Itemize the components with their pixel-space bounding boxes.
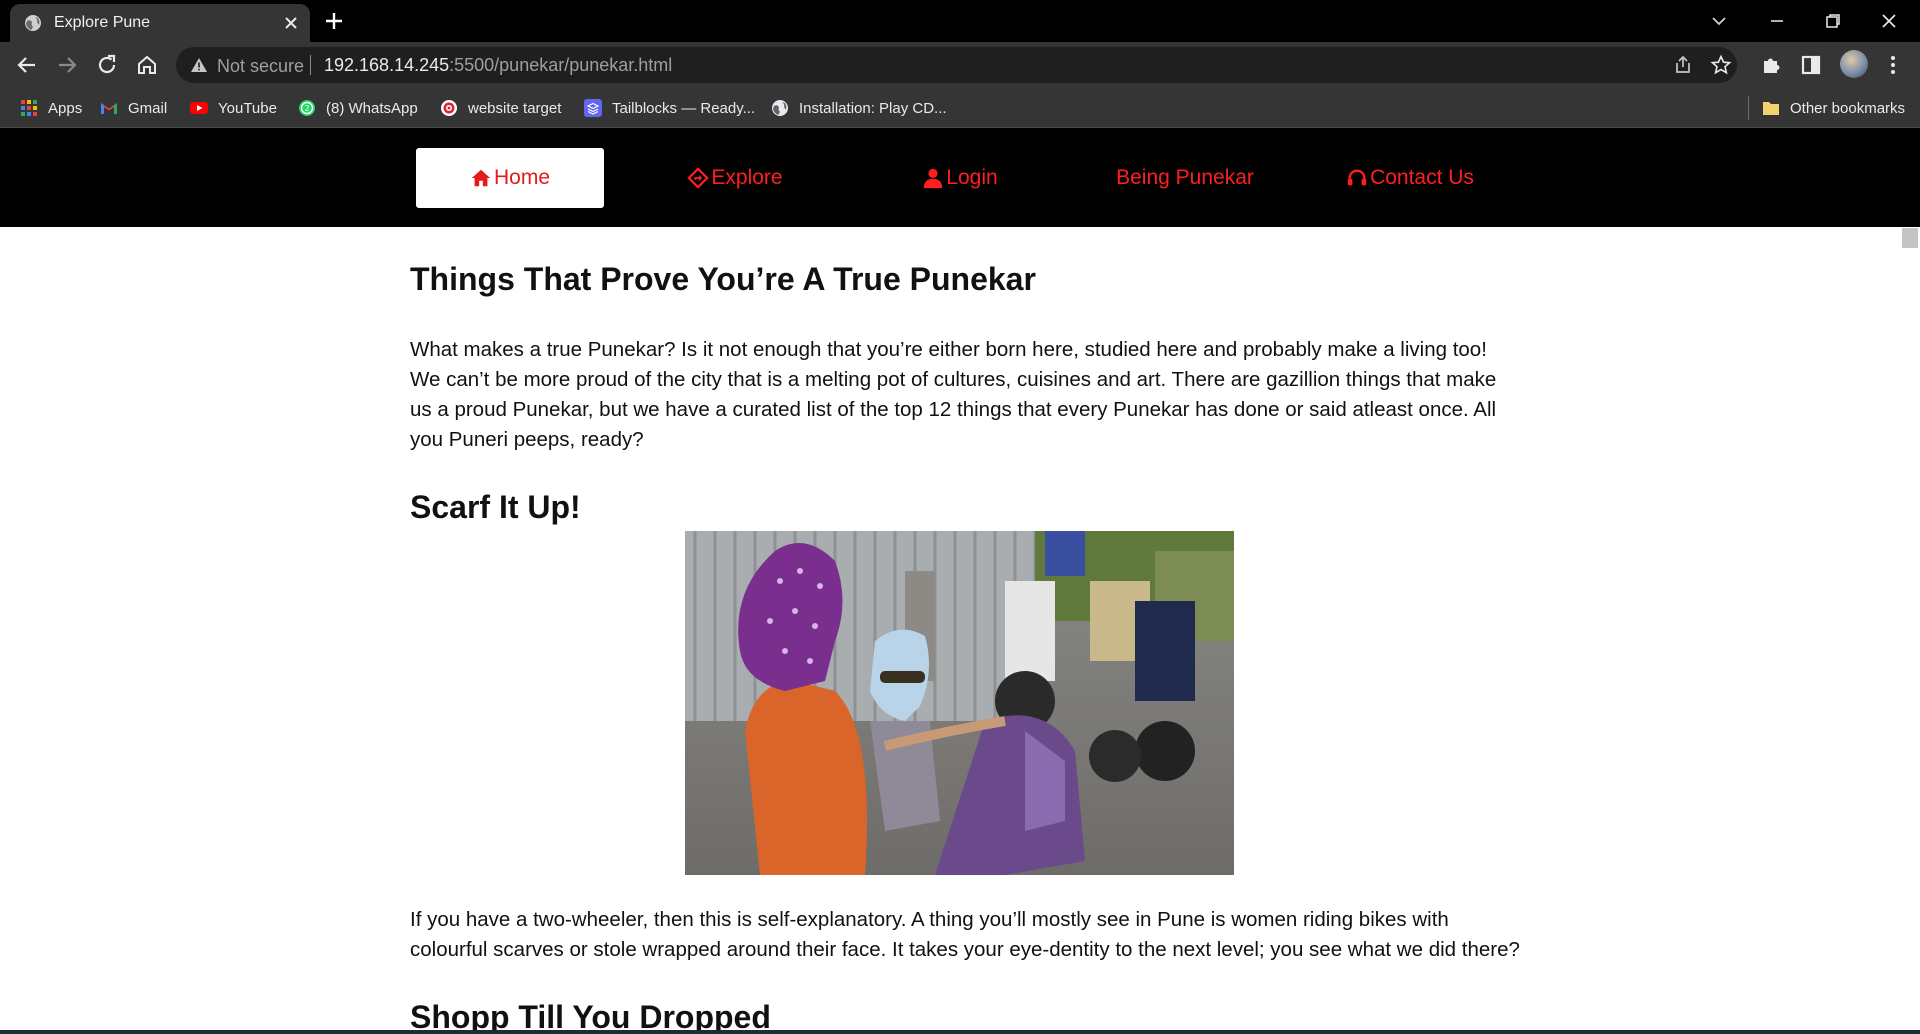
youtube-icon: [190, 102, 208, 114]
nav-label: Explore: [711, 166, 783, 189]
nav-contact-us[interactable]: Contact Us: [1316, 148, 1504, 208]
restore-icon[interactable]: [1820, 8, 1846, 34]
page-scrollbar-thumb[interactable]: [1902, 228, 1918, 248]
security-status[interactable]: Not secure: [217, 56, 304, 77]
bookmarks-divider: [1748, 96, 1749, 120]
bookmark-youtube[interactable]: YouTube: [190, 97, 277, 119]
bookmark-label: Installation: Play CD...: [799, 99, 947, 117]
folder-icon: [1763, 102, 1779, 115]
profile-avatar[interactable]: [1840, 50, 1868, 78]
bookmark-tailblocks[interactable]: Tailblocks — Ready...: [584, 97, 755, 119]
tab-search-icon[interactable]: [1706, 8, 1732, 34]
nav-home[interactable]: Home: [416, 148, 604, 208]
home-browser-icon[interactable]: [134, 52, 160, 78]
bookmark-installation[interactable]: Installation: Play CD...: [771, 97, 947, 119]
home-icon: [471, 169, 491, 187]
bookmark-whatsapp[interactable]: 2 (8) WhatsApp: [298, 97, 418, 119]
directions-icon: [687, 167, 710, 189]
globe-icon: [25, 15, 41, 31]
user-icon: [924, 168, 943, 189]
nav-being-punekar[interactable]: Being Punekar: [1091, 148, 1279, 208]
url-host: 192.168.14.245: [324, 55, 450, 75]
globe-icon: [772, 100, 788, 116]
bookmark-label: Apps: [48, 99, 83, 117]
forward-icon[interactable]: [54, 52, 80, 78]
nav-label: Being Punekar: [1116, 166, 1254, 189]
browser-tab[interactable]: Explore Pune: [10, 4, 310, 42]
bookmarks-bar: Apps Gmail YouTube 2 (8) WhatsApp websit…: [0, 88, 1920, 128]
bookmark-label: Gmail: [128, 99, 168, 117]
bookmark-label: Tailblocks — Ready...: [612, 99, 756, 117]
browser-toolbar: Not secure 192.168.14.245:5500/punekar/p…: [0, 42, 1920, 88]
apps-grid-icon: [21, 100, 37, 116]
nav-label: Contact Us: [1370, 166, 1474, 189]
photo-scene: [685, 531, 1234, 875]
target-icon: [441, 100, 457, 116]
whatsapp-icon: 2: [299, 100, 315, 116]
url-path: :5500/punekar/punekar.html: [449, 55, 673, 75]
svg-text:2: 2: [304, 104, 309, 113]
side-panel-icon[interactable]: [1798, 52, 1824, 78]
menu-kebab-icon[interactable]: [1880, 52, 1906, 78]
nav-explore[interactable]: Explore: [641, 148, 829, 208]
bookmark-label: YouTube: [218, 99, 277, 117]
page-title: Things That Prove You’re A True Punekar: [410, 261, 1036, 297]
section-heading: Shopp Till You Dropped: [410, 999, 771, 1034]
new-tab-icon[interactable]: [322, 9, 346, 33]
extensions-icon[interactable]: [1758, 52, 1784, 78]
browser-titlebar: Explore Pune: [0, 0, 1920, 42]
bookmark-gmail[interactable]: Gmail: [100, 97, 167, 119]
close-tab-icon[interactable]: [280, 12, 302, 34]
close-window-icon[interactable]: [1876, 8, 1902, 34]
gmail-icon: [101, 103, 117, 114]
scarf-photo: [685, 531, 1234, 875]
nav-login[interactable]: Login: [866, 148, 1054, 208]
bookmark-website-target[interactable]: website target: [440, 97, 561, 119]
site-navbar: Home Explore Login Being Punekar Contact…: [0, 128, 1920, 227]
nav-label: Login: [946, 166, 998, 189]
section-paragraph: If you have a two-wheeler, then this is …: [410, 908, 1520, 961]
warning-icon[interactable]: [190, 57, 208, 73]
address-bar[interactable]: Not secure 192.168.14.245:5500/punekar/p…: [176, 47, 1737, 83]
omnibox-separator: [310, 55, 311, 75]
bookmark-label: Other bookmarks: [1790, 99, 1906, 117]
reload-icon[interactable]: [94, 52, 120, 78]
intro-paragraph: What makes a true Punekar? Is it not eno…: [410, 338, 1497, 451]
back-icon[interactable]: [14, 52, 40, 78]
share-icon[interactable]: [1672, 54, 1694, 76]
bookmark-star-icon[interactable]: [1710, 54, 1732, 76]
headset-icon: [1347, 169, 1367, 186]
bookmark-label: website target: [468, 99, 562, 117]
section-heading: Scarf It Up!: [410, 489, 581, 525]
nav-label: Home: [493, 166, 551, 189]
bookmark-label: (8) WhatsApp: [326, 99, 418, 117]
taskbar-edge: [0, 1030, 1920, 1034]
minimize-icon[interactable]: [1764, 8, 1790, 34]
bookmark-other[interactable]: Other bookmarks: [1762, 97, 1905, 119]
tailblocks-icon: [584, 99, 602, 117]
bookmark-apps[interactable]: Apps: [20, 97, 82, 119]
url-text[interactable]: 192.168.14.245:5500/punekar/punekar.html: [324, 55, 672, 76]
tab-title: Explore Pune: [54, 14, 151, 31]
